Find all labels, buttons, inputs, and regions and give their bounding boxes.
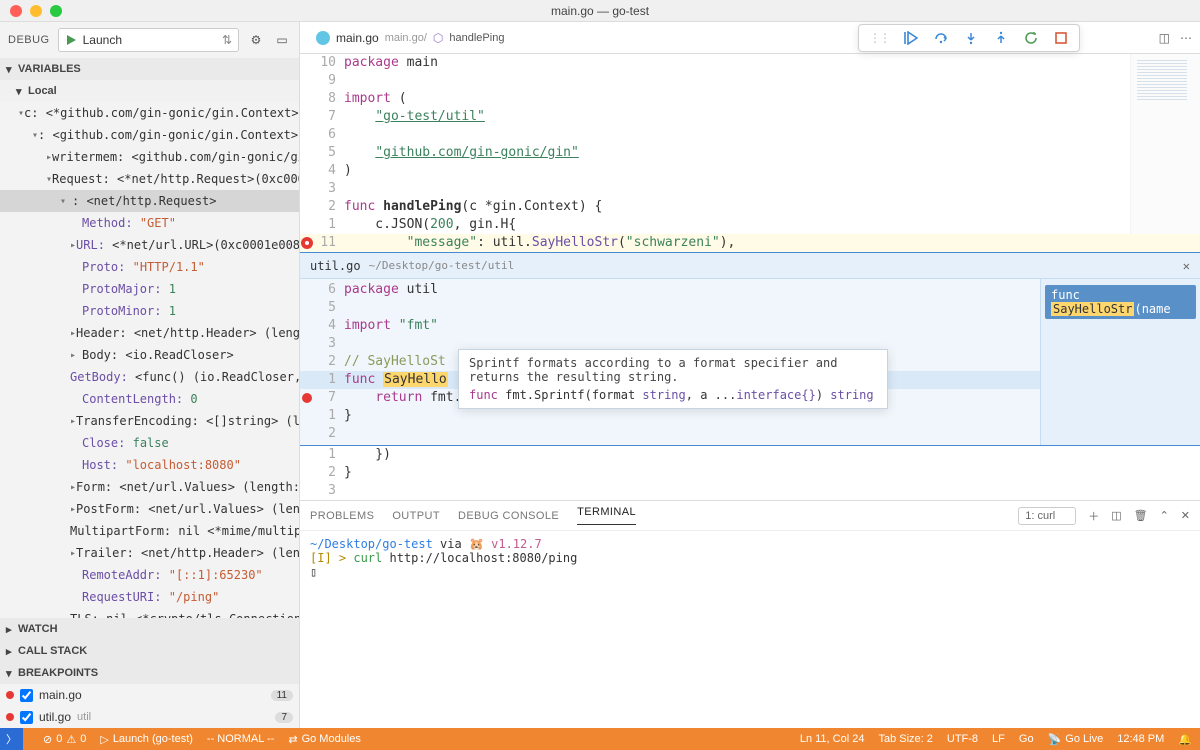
current-line-breakpoint-icon[interactable]	[302, 238, 312, 248]
status-encoding[interactable]: UTF-8	[947, 733, 978, 745]
go-file-icon	[316, 31, 330, 45]
debug-label: DEBUG	[8, 34, 50, 46]
play-icon	[65, 34, 77, 46]
window-title: main.go — go-test	[551, 4, 649, 18]
section-local[interactable]: ▾Local	[0, 80, 299, 102]
status-cursor[interactable]: Ln 11, Col 24	[800, 733, 865, 745]
status-bar: 〉 ⊘ 0 ⚠ 0 ▷ Launch (go-test) -- NORMAL -…	[0, 728, 1200, 750]
variables-tree[interactable]: ▾c: <*github.com/gin-gonic/gin.Context>……	[0, 102, 299, 618]
gear-icon[interactable]: ⚙	[247, 31, 265, 49]
status-problems[interactable]: ⊘ 0 ⚠ 0	[43, 733, 86, 746]
code-editor-main[interactable]: 10package main 9 8import ( 7 "go-test/ut…	[300, 54, 1200, 500]
breakpoint-item[interactable]: main.go 11	[0, 684, 299, 706]
split-terminal-icon[interactable]: ◫	[1111, 509, 1121, 522]
section-variables[interactable]: ▾VARIABLES	[0, 58, 299, 80]
peek-filename[interactable]: util.go	[310, 259, 361, 273]
zoom-window[interactable]	[50, 5, 62, 17]
status-vim-mode: -- NORMAL --	[207, 733, 274, 745]
minimap[interactable]	[1130, 54, 1200, 234]
stop-button[interactable]	[1053, 30, 1069, 46]
tab-debug-console[interactable]: DEBUG CONSOLE	[458, 510, 559, 522]
minimize-window[interactable]	[30, 5, 42, 17]
breadcrumb-func-icon: ⬡	[433, 31, 443, 45]
tab-problems[interactable]: PROBLEMS	[310, 510, 374, 522]
launch-config-select[interactable]: Launch ⇅	[58, 28, 239, 52]
status-go-live[interactable]: 📡 Go Live	[1048, 733, 1104, 746]
chevron-updown-icon: ⇅	[222, 33, 232, 47]
tab-output[interactable]: OUTPUT	[392, 510, 440, 522]
status-clock: 12:48 PM	[1117, 733, 1164, 745]
status-launch[interactable]: ▷ Launch (go-test)	[100, 733, 193, 746]
debug-console-icon[interactable]: ▭	[273, 31, 291, 49]
step-over-button[interactable]	[933, 30, 949, 46]
drag-handle-icon[interactable]: ⋮⋮	[869, 31, 889, 45]
terminal[interactable]: ~/Desktop/go-test via 🐹 v1.12.7 [I] > cu…	[300, 531, 1200, 660]
section-breakpoints[interactable]: ▾BREAKPOINTS	[0, 662, 299, 684]
more-icon[interactable]: ⋯	[1180, 31, 1192, 45]
close-panel-icon[interactable]: ✕	[1181, 509, 1190, 522]
tab-terminal[interactable]: TERMINAL	[577, 506, 636, 525]
peek-references[interactable]: func SayHelloStr(name	[1040, 279, 1200, 445]
launch-config-name: Launch	[83, 33, 122, 47]
breakpoint-dot-icon	[6, 713, 14, 721]
debug-toolbar: ⋮⋮	[858, 24, 1080, 52]
debug-indicator[interactable]: 〉	[0, 728, 23, 750]
terminal-picker[interactable]: 1: curl	[1018, 507, 1076, 525]
maximize-panel-icon[interactable]: ⌃	[1160, 509, 1169, 522]
kill-terminal-icon[interactable]: 🗑	[1134, 509, 1148, 522]
status-indent[interactable]: Tab Size: 2	[878, 733, 932, 745]
section-watch[interactable]: ▸WATCH	[0, 618, 299, 640]
peek-definition: util.go ~/Desktop/go-test/util ✕ 6packag…	[300, 252, 1200, 446]
new-terminal-icon[interactable]: ＋	[1088, 508, 1099, 524]
step-into-button[interactable]	[963, 30, 979, 46]
breakpoint-checkbox[interactable]	[20, 689, 33, 702]
breakpoint-item[interactable]: util.go util 7	[0, 706, 299, 728]
breakpoint-icon[interactable]	[302, 393, 312, 403]
bottom-panel: PROBLEMS OUTPUT DEBUG CONSOLE TERMINAL 1…	[300, 500, 1200, 660]
status-language[interactable]: Go	[1019, 733, 1034, 745]
split-editor-icon[interactable]: ◫	[1159, 31, 1170, 45]
close-icon[interactable]: ✕	[1183, 259, 1190, 273]
breakpoint-dot-icon	[6, 691, 14, 699]
tab-main-go[interactable]: main.go main.go/ ⬡ handlePing	[306, 22, 514, 54]
hover-tooltip: Sprintf formats according to a format sp…	[458, 349, 888, 409]
titlebar: main.go — go-test	[0, 0, 1200, 22]
peek-filepath: ~/Desktop/go-test/util	[369, 259, 515, 272]
debug-sidebar: DEBUG Launch ⇅ ⚙ ▭ ▾VARIABLES ▾Local ▾c:…	[0, 22, 300, 728]
section-callstack[interactable]: ▸CALL STACK	[0, 640, 299, 662]
continue-button[interactable]	[903, 30, 919, 46]
close-window[interactable]	[10, 5, 22, 17]
bell-icon[interactable]: 🔔	[1178, 733, 1192, 746]
step-out-button[interactable]	[993, 30, 1009, 46]
status-go-modules[interactable]: ⇄ Go Modules	[288, 733, 361, 746]
restart-button[interactable]	[1023, 30, 1039, 46]
status-eol[interactable]: LF	[992, 733, 1005, 745]
breakpoint-checkbox[interactable]	[20, 711, 33, 724]
